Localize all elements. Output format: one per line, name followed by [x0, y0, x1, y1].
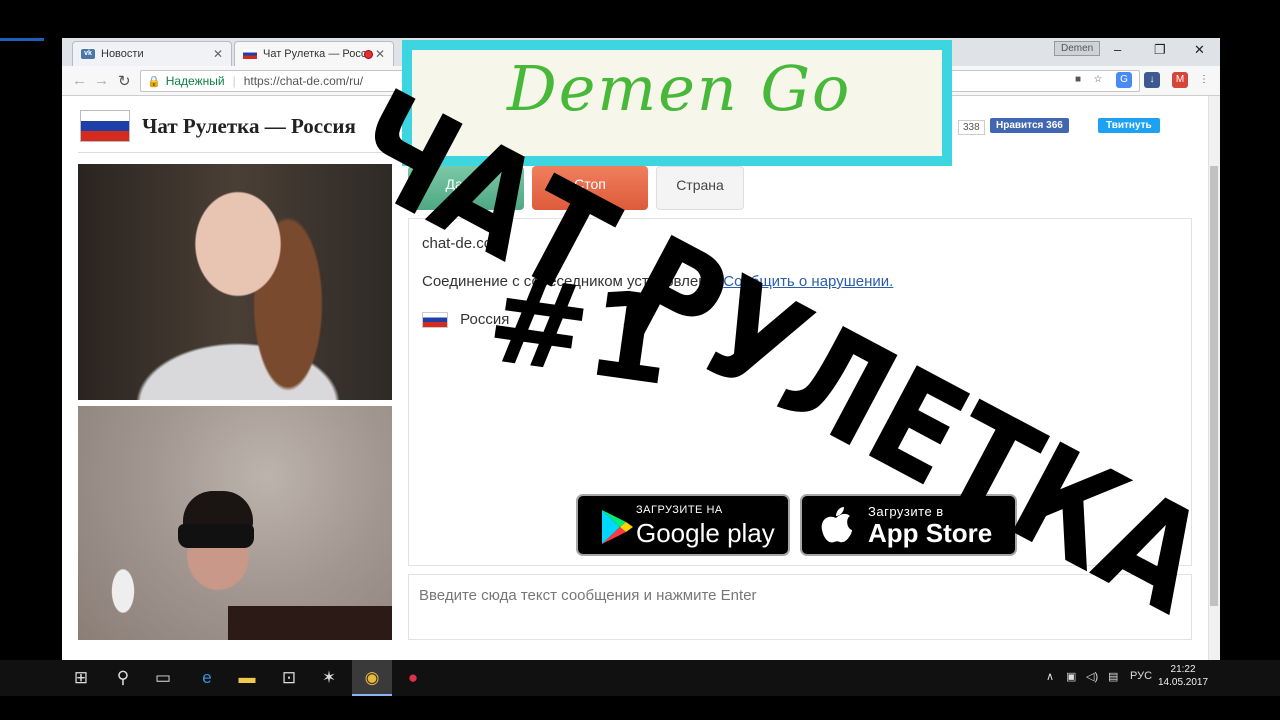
share-count: 338 [958, 120, 985, 135]
taskbar-clock[interactable]: 21:22 14.05.2017 [1158, 663, 1208, 689]
clock-time: 21:22 [1170, 664, 1196, 675]
app-icon[interactable]: ✶ [314, 668, 344, 688]
google-play-badge[interactable]: ЗАГРУЗИТЕ НА Google play [576, 494, 790, 556]
tab-chat-roulette[interactable]: Чат Рулетка — Росси ✕ [234, 41, 394, 66]
facebook-like-button[interactable]: Нравится 366 [990, 118, 1069, 133]
close-tab-icon[interactable]: ✕ [213, 47, 223, 61]
russia-flag-icon [243, 49, 257, 59]
profile-badge[interactable]: Demen [1054, 41, 1101, 56]
bookmark-star-icon[interactable]: ☆ [1090, 72, 1106, 88]
menu-icon[interactable]: ⋮ [1196, 72, 1212, 88]
close-tab-icon[interactable]: ✕ [375, 47, 385, 61]
address-separator: | [232, 74, 236, 88]
page-title: Чат Рулетка — Россия [142, 114, 356, 138]
google-play-small-text: ЗАГРУЗИТЕ НА [636, 504, 723, 516]
volume-icon[interactable]: ◁) [1086, 670, 1098, 683]
windows-start-icon[interactable]: ⊞ [66, 668, 96, 688]
own-video [78, 406, 392, 640]
lock-icon: 🔒 [147, 75, 161, 88]
sunglasses-shape [178, 524, 254, 548]
taskbar: ⊞ ⚲ ▭ e ▬ ⊡ ✶ ◉ ● ∧ ▣ ◁) ▤ РУС 21:22 14.… [0, 660, 1280, 696]
translate-icon[interactable]: G [1116, 72, 1132, 88]
back-icon[interactable]: ← [72, 72, 87, 89]
page-scrollbar[interactable] [1208, 96, 1220, 660]
task-view-icon[interactable]: ▭ [148, 668, 178, 688]
handwritten-number: #1 [479, 249, 681, 414]
camera-icon[interactable]: ■ [1070, 72, 1086, 88]
top-left-accent-line [0, 38, 44, 41]
forward-icon[interactable]: → [94, 72, 109, 89]
russia-flag-icon [422, 312, 448, 329]
url-text: https://chat-de.com/ru/ [243, 74, 364, 88]
tab-chat-title: Чат Рулетка — Росси [263, 48, 373, 60]
notifications-icon[interactable]: ▤ [1108, 670, 1118, 683]
close-window-icon[interactable]: ✕ [1194, 42, 1205, 58]
google-play-big-text: Google play [636, 518, 775, 548]
store-icon[interactable]: ⊡ [274, 668, 304, 688]
tweet-button[interactable]: Твитнуть [1098, 118, 1160, 133]
vk-icon: vk [81, 49, 95, 59]
restore-icon[interactable]: ❐ [1154, 42, 1166, 58]
apple-icon [821, 507, 852, 543]
google-play-icon [602, 510, 633, 544]
channel-logo-text: Demen Go [507, 52, 852, 125]
clock-date: 14.05.2017 [1158, 677, 1209, 688]
language-indicator[interactable]: РУС [1130, 670, 1152, 682]
tray-chevron-icon[interactable]: ∧ [1046, 670, 1054, 683]
download-icon[interactable]: ↓ [1144, 72, 1160, 88]
search-icon[interactable]: ⚲ [108, 668, 138, 688]
security-label: Надежный [165, 74, 225, 88]
recorder-icon[interactable]: ● [398, 668, 428, 688]
mail-icon[interactable]: M [1172, 72, 1188, 88]
minimize-icon[interactable]: – [1114, 42, 1121, 57]
tab-news-title: Новости [101, 48, 144, 60]
recording-indicator-icon [364, 50, 373, 59]
reload-icon[interactable]: ↻ [118, 72, 131, 90]
tab-news[interactable]: vk Новости ✕ [72, 41, 232, 66]
scrollbar-thumb[interactable] [1210, 166, 1218, 606]
chrome-icon[interactable]: ◉ [357, 668, 387, 688]
file-explorer-icon[interactable]: ▬ [232, 668, 262, 688]
edge-icon[interactable]: e [192, 668, 222, 688]
russia-flag-icon [80, 110, 130, 142]
network-icon[interactable]: ▣ [1066, 670, 1076, 683]
